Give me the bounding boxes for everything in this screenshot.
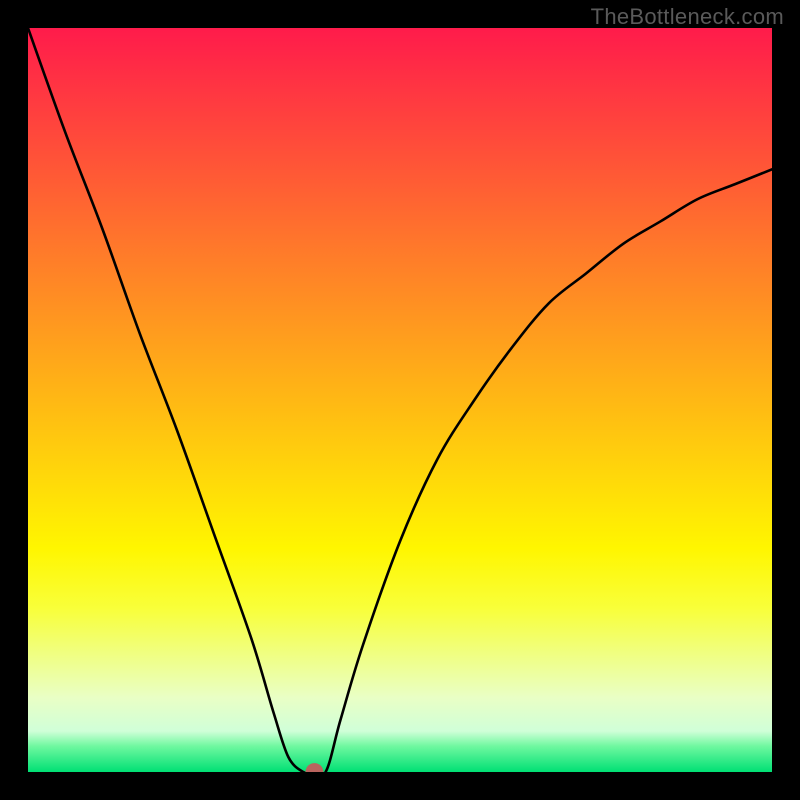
chart-svg: [28, 28, 772, 772]
gradient-background: [28, 28, 772, 772]
plot-area: [28, 28, 772, 772]
chart-stage: TheBottleneck.com: [0, 0, 800, 800]
watermark-text: TheBottleneck.com: [591, 4, 784, 30]
